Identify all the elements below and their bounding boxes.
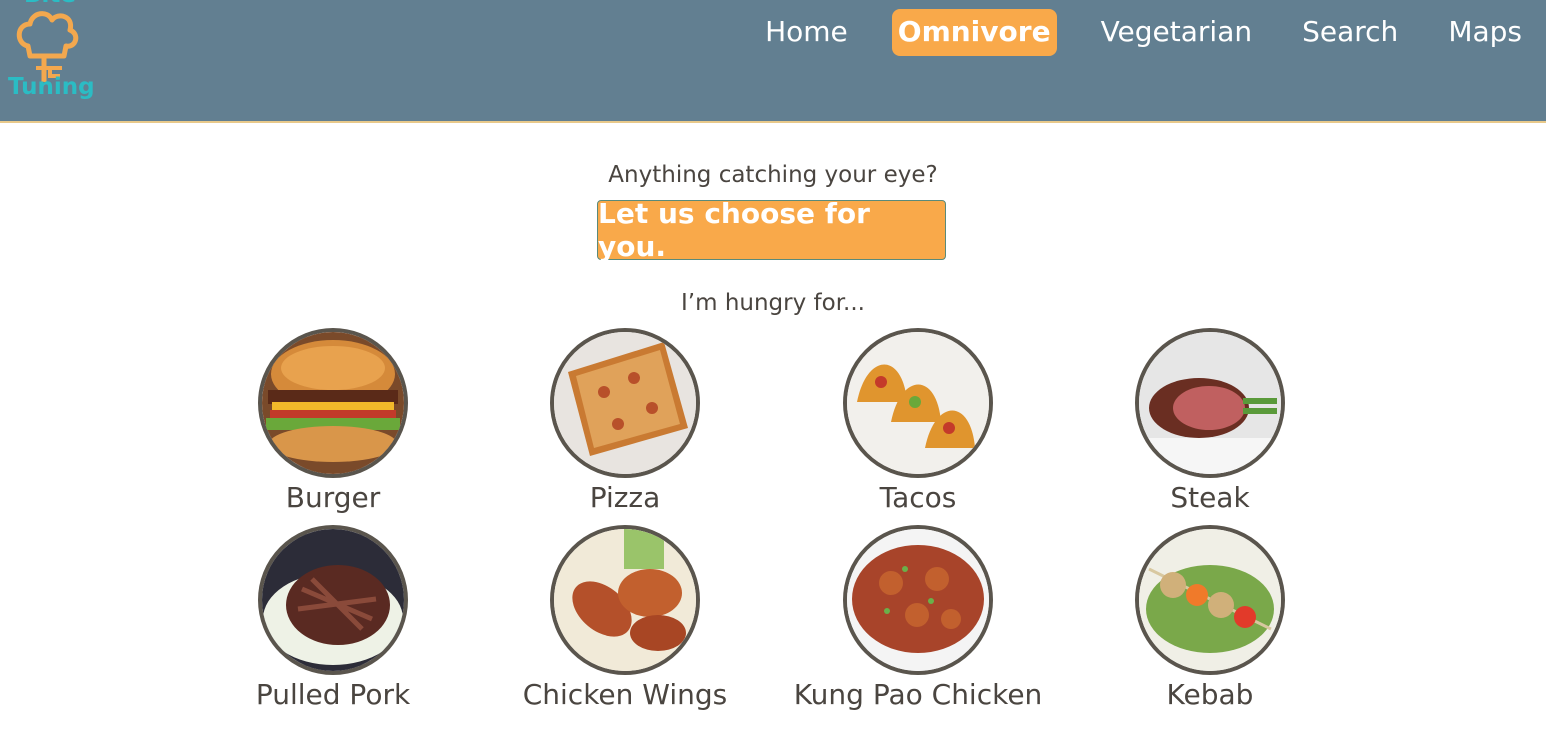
food-item-chicken-wings[interactable]: Chicken Wings [495, 525, 755, 713]
food-item-pulled-pork[interactable]: Pulled Pork [203, 525, 463, 713]
nav-home[interactable]: Home [759, 9, 854, 56]
food-item-burger[interactable]: Burger [203, 328, 463, 516]
pizza-image[interactable] [550, 328, 700, 478]
prompt-text: Anything catching your eye? [608, 162, 938, 188]
kebab-image[interactable] [1135, 525, 1285, 675]
food-item-kung-pao-chicken[interactable]: Kung Pao Chicken [788, 525, 1048, 713]
top-navbar: Bite Tuning Home Omnivore Vegetarian Sea… [0, 0, 1546, 123]
food-item-pizza[interactable]: Pizza [495, 328, 755, 516]
food-label: Burger [285, 481, 381, 514]
chicken-wings-image[interactable] [550, 525, 700, 675]
food-label: Steak [1170, 481, 1250, 514]
burger-image[interactable] [258, 328, 408, 478]
nav-search[interactable]: Search [1296, 9, 1404, 56]
food-item-steak[interactable]: Steak [1080, 328, 1340, 516]
nav-omnivore[interactable]: Omnivore [891, 9, 1057, 56]
logo[interactable]: Bite Tuning [8, 0, 95, 112]
food-label: Kung Pao Chicken [793, 678, 1043, 711]
nav-maps[interactable]: Maps [1442, 9, 1528, 56]
tacos-image[interactable] [843, 328, 993, 478]
food-label: Pulled Pork [255, 678, 411, 711]
food-label: Chicken Wings [522, 678, 728, 711]
food-item-tacos[interactable]: Tacos [788, 328, 1048, 516]
food-label: Kebab [1166, 678, 1254, 711]
food-label: Pizza [589, 481, 661, 514]
hungry-for-heading: I’m hungry for... [681, 290, 865, 316]
food-item-kebab[interactable]: Kebab [1080, 525, 1340, 713]
food-label: Tacos [879, 481, 957, 514]
kung-pao-chicken-image[interactable] [843, 525, 993, 675]
pulled-pork-image[interactable] [258, 525, 408, 675]
steak-image[interactable] [1135, 328, 1285, 478]
nav-vegetarian[interactable]: Vegetarian [1095, 9, 1259, 56]
logo-text-bottom: Tuning [8, 74, 95, 100]
choose-for-me-button[interactable]: Let us choose for you. [597, 197, 946, 263]
nav-menu: Home Omnivore Vegetarian Search Maps [721, 9, 1528, 56]
